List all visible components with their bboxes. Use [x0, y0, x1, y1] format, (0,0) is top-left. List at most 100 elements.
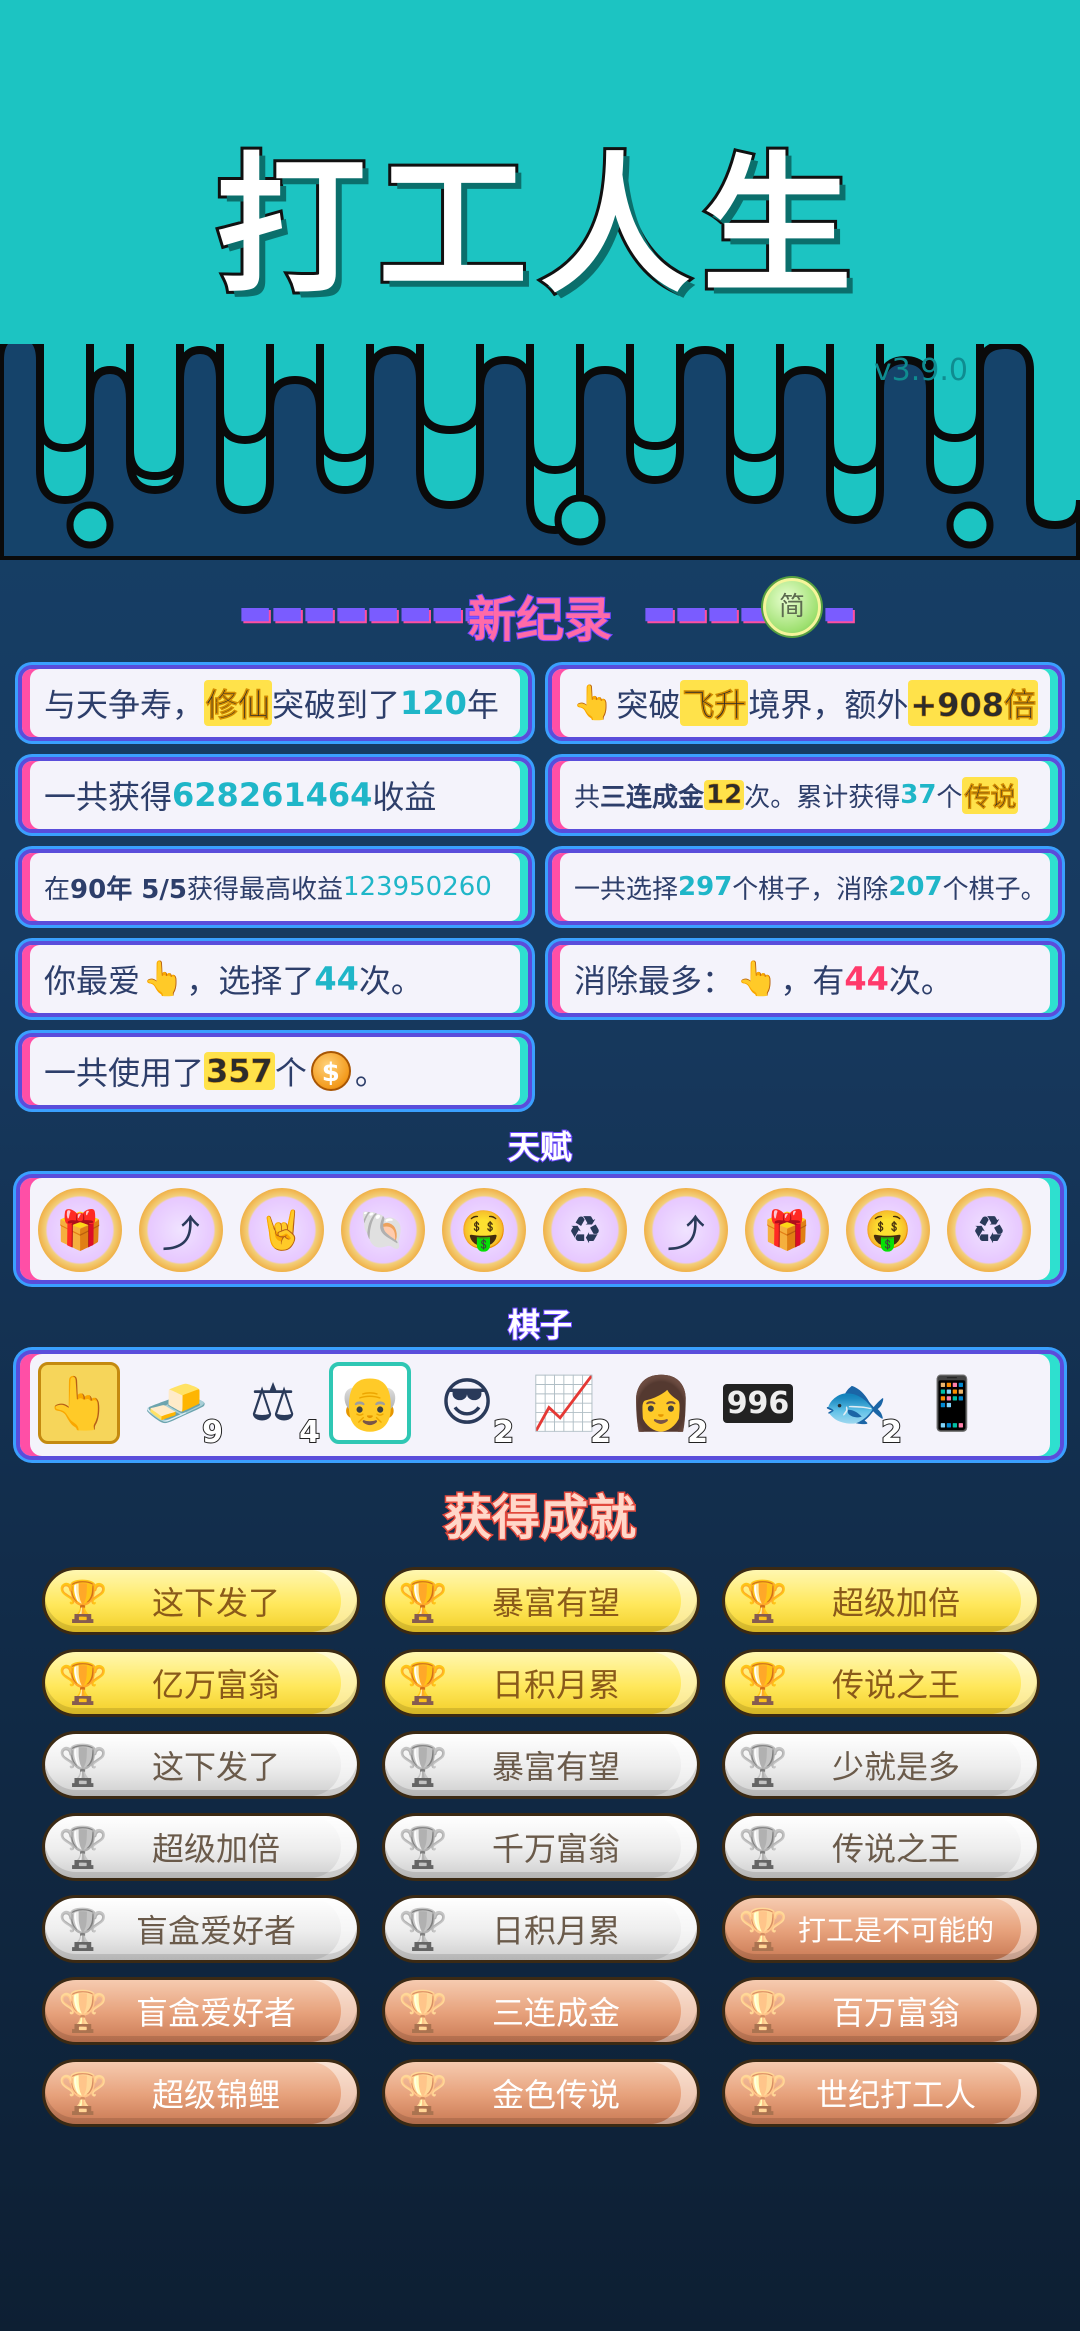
shell-icon[interactable]: 🐚: [341, 1188, 425, 1272]
gift-box-icon[interactable]: 🎁: [745, 1188, 829, 1272]
achievement-badge[interactable]: 🏆 传说之王: [722, 1813, 1040, 1881]
achievement-label: 千万富翁: [491, 1830, 620, 1868]
achievement-badge[interactable]: 🏆 盲盒爱好者: [42, 1895, 360, 1963]
achievement-badge[interactable]: 🏆 千万富翁: [382, 1813, 700, 1881]
stat-number: 120: [400, 684, 467, 722]
stat-card-cultivation: 与天争寿， 修仙 突破到了 120 年: [18, 665, 532, 741]
achievement-badge[interactable]: 🏆 打工是不可能的: [722, 1895, 1040, 1963]
stat-text: 年: [466, 686, 499, 724]
stat-text: 个棋子，消除: [732, 874, 889, 905]
piece-count: 2: [492, 1414, 515, 1451]
rich-man-icon[interactable]: 🤑: [442, 1188, 526, 1272]
achievement-badge[interactable]: 🏆 超级锦鲤: [42, 2059, 360, 2127]
stat-number: 37: [900, 780, 937, 810]
pointing-hand-icon: 👆: [142, 959, 185, 999]
achievement-badge[interactable]: 🏆 盲盒爱好者: [42, 1977, 360, 2045]
piece-glyph: ⚖: [249, 1373, 297, 1433]
piece-count: 9: [201, 1414, 224, 1451]
piece-glyph: 🧈: [143, 1373, 209, 1434]
trophy-icon: 🏆: [738, 1907, 788, 1953]
gold-bars-icon[interactable]: 🧈 9: [135, 1362, 224, 1452]
achievement-label: 日积月累: [491, 1912, 620, 1950]
achievement-badge[interactable]: 🏆 日积月累: [382, 1649, 700, 1717]
recycle-icon[interactable]: ♻: [543, 1188, 627, 1272]
cool-guy-icon[interactable]: 😎 2: [426, 1362, 515, 1451]
header: 打工人生 v3.9.0: [0, 0, 1080, 560]
achievement-label: 少就是多: [831, 1748, 960, 1786]
stat-text: 在: [44, 874, 71, 905]
arrow-up-icon[interactable]: ⤴: [139, 1188, 223, 1272]
piece-glyph: 📱: [919, 1373, 985, 1434]
achievement-badge[interactable]: 🏆 日积月累: [382, 1895, 700, 1963]
trophy-icon: 🏆: [738, 1825, 788, 1871]
talent-glyph: ♻: [971, 1208, 1007, 1252]
pointing-hand-icon: 👆: [736, 959, 779, 999]
achievement-badge[interactable]: 🏆 超级加倍: [42, 1813, 360, 1881]
piece-glyph: 996: [722, 1383, 794, 1423]
piece-glyph: 👴: [337, 1373, 403, 1434]
achievement-label: 暴富有望: [491, 1748, 620, 1786]
trophy-icon: 🏆: [738, 1989, 788, 2035]
recycle-icon[interactable]: ♻: [947, 1188, 1031, 1272]
achievement-badge[interactable]: 🏆 百万富翁: [722, 1977, 1040, 2045]
stat-text: 一共获得: [44, 778, 173, 816]
stat-card-most-removed: 消除最多： 👆 ，有 44 次。: [548, 941, 1062, 1017]
stat-number: 207: [888, 872, 943, 902]
trophy-icon: 🏆: [58, 1907, 108, 1953]
scales-icon[interactable]: ⚖ 4: [232, 1362, 321, 1451]
stat-highlight: +908倍: [908, 680, 1039, 726]
achievement-label: 世纪打工人: [815, 2076, 976, 2114]
trophy-icon: 🏆: [738, 1579, 788, 1625]
rich-man-icon[interactable]: 🤑: [846, 1188, 930, 1272]
simplified-toggle-button[interactable]: 简: [763, 578, 821, 636]
achievement-badge[interactable]: 🏆 世纪打工人: [722, 2059, 1040, 2127]
trophy-icon: 🏆: [58, 1989, 108, 2035]
trophy-icon: 🏆: [398, 2071, 448, 2117]
stat-number: 44: [844, 960, 889, 998]
stat-text: 个: [274, 1054, 307, 1092]
achievement-label: 传说之王: [831, 1666, 960, 1704]
achievement-badge[interactable]: 🏆 三连成金: [382, 1977, 700, 2045]
achievement-badge[interactable]: 🏆 传说之王: [722, 1649, 1040, 1717]
arrow-up-icon[interactable]: ⤴: [644, 1188, 728, 1272]
achievement-badge[interactable]: 🏆 这下发了: [42, 1567, 360, 1635]
stat-card-favorite: 你最爱 👆 ，选择了 44 次。: [18, 941, 532, 1017]
talent-glyph: ♻: [567, 1208, 603, 1252]
gift-box-icon[interactable]: 🎁: [38, 1188, 122, 1272]
996-icon[interactable]: 996: [717, 1362, 799, 1444]
coin-icon: $: [310, 1051, 351, 1091]
stat-text: 个: [936, 782, 963, 813]
stat-text: 次。: [358, 962, 423, 1000]
stat-text: 一共使用了: [44, 1054, 205, 1092]
piece-glyph: 📈: [531, 1373, 597, 1434]
stock-chart-icon[interactable]: 📈 2: [523, 1362, 612, 1452]
stat-highlight: 357: [204, 1052, 275, 1090]
pieces-panel: 👆 🧈 9 ⚖ 4 👴 😎 2 📈 2 👩 2 996 🐟 2 📱: [16, 1350, 1064, 1460]
achievement-badge[interactable]: 🏆 暴富有望: [382, 1731, 700, 1799]
achievement-badge[interactable]: 🏆 这下发了: [42, 1731, 360, 1799]
phone-icon[interactable]: 📱: [911, 1362, 993, 1444]
achievement-label: 这下发了: [151, 1584, 280, 1622]
woman-icon[interactable]: 👩 2: [620, 1362, 709, 1452]
stat-highlight: 传说: [962, 776, 1019, 814]
stat-text: 收益: [372, 778, 437, 816]
trophy-icon: 🏆: [738, 2071, 788, 2117]
talent-glyph: 🤑: [864, 1207, 912, 1252]
achievement-label: 打工是不可能的: [797, 1914, 994, 1947]
pointing-hand-icon[interactable]: 👆: [38, 1362, 120, 1444]
talent-glyph: 🐚: [359, 1207, 407, 1252]
koi-fish-icon[interactable]: 🐟 2: [814, 1362, 903, 1452]
rock-hand-icon[interactable]: 🤘: [240, 1188, 324, 1272]
stat-text: 共: [574, 782, 601, 813]
old-man-icon[interactable]: 👴: [329, 1362, 411, 1444]
stat-text: 获得最高收益: [186, 874, 343, 905]
trophy-icon: 🏆: [58, 1579, 108, 1625]
achievement-badge[interactable]: 🏆 金色传说: [382, 2059, 700, 2127]
achievement-label: 超级锦鲤: [151, 2076, 280, 2114]
achievement-badge[interactable]: 🏆 暴富有望: [382, 1567, 700, 1635]
talent-glyph: ⤴: [161, 1211, 200, 1256]
trophy-icon: 🏆: [738, 1661, 788, 1707]
achievement-badge[interactable]: 🏆 亿万富翁: [42, 1649, 360, 1717]
achievement-badge[interactable]: 🏆 超级加倍: [722, 1567, 1040, 1635]
achievement-badge[interactable]: 🏆 少就是多: [722, 1731, 1040, 1799]
